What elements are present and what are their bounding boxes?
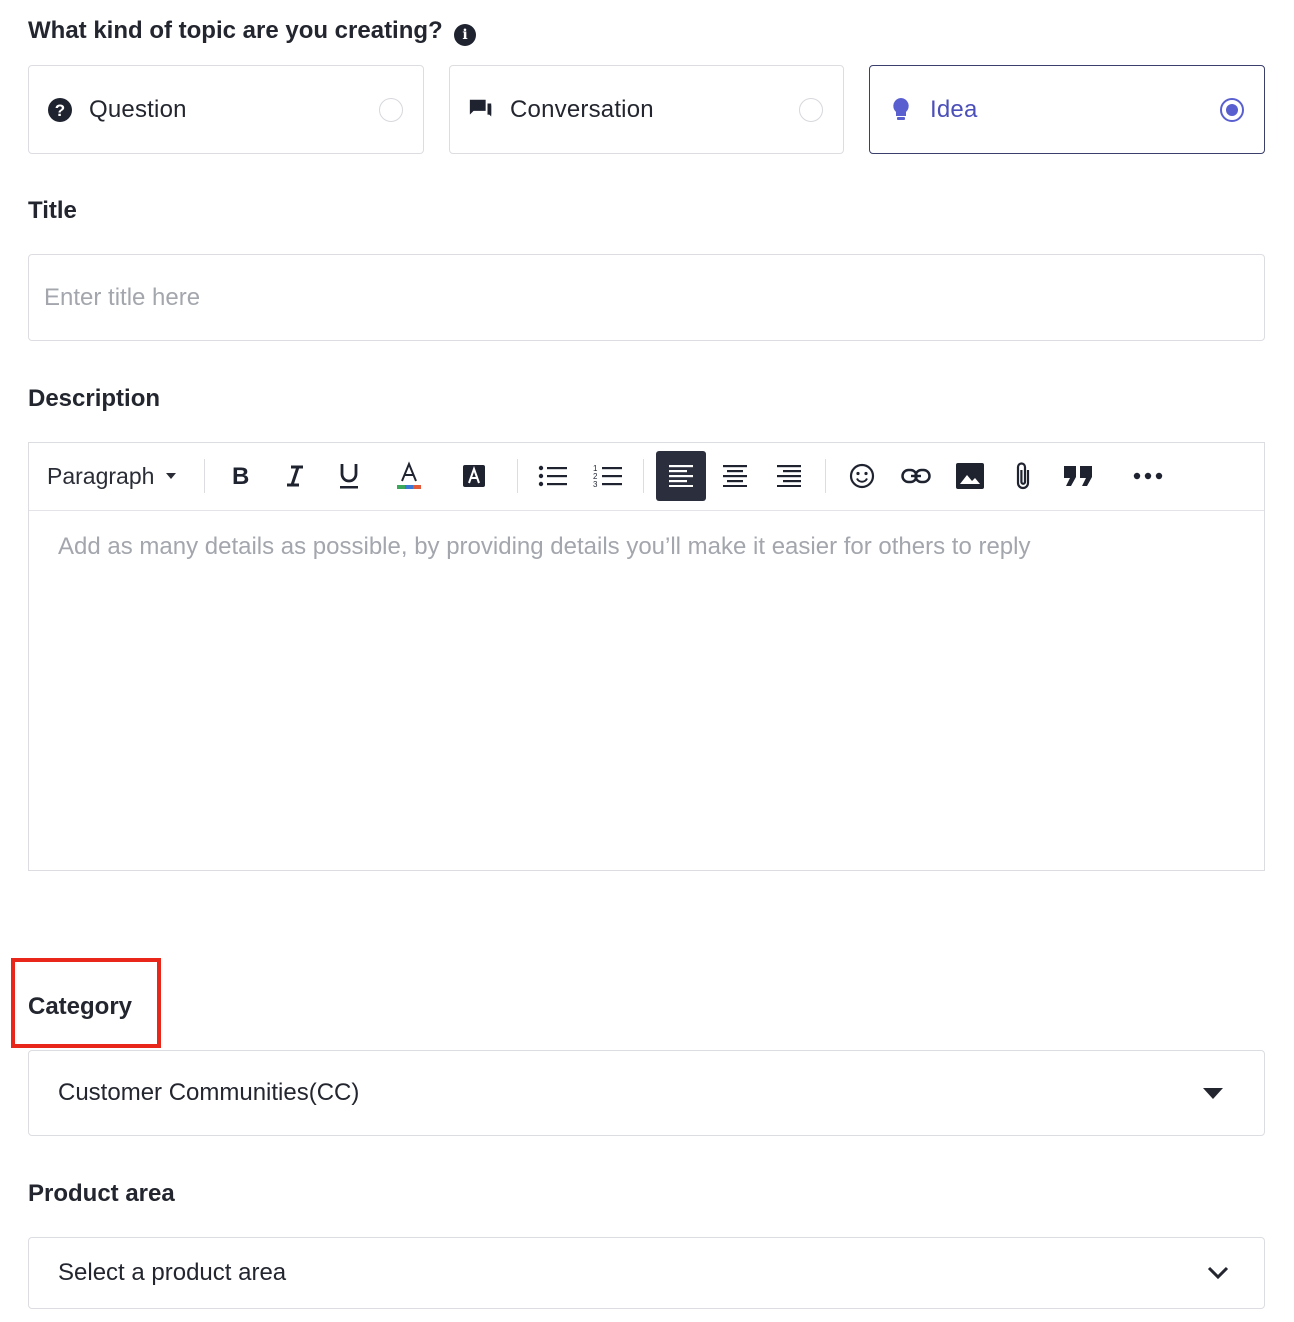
caret-down-icon <box>166 473 177 479</box>
radio-question[interactable] <box>379 97 403 122</box>
category-select[interactable]: Customer Communities(CC) <box>28 1050 1265 1136</box>
topic-option-label: Idea <box>930 95 978 123</box>
attachment-icon[interactable] <box>1005 451 1041 501</box>
title-field-wrapper <box>28 254 1265 341</box>
chevron-down-icon <box>1207 1266 1229 1280</box>
product-area-select[interactable]: Select a product area <box>28 1237 1265 1309</box>
block-format-dropdown[interactable]: Paragraph <box>47 451 187 501</box>
highlight-icon[interactable] <box>456 451 492 501</box>
lightbulb-icon <box>888 97 914 123</box>
align-right-icon[interactable] <box>771 451 807 501</box>
align-center-icon[interactable] <box>717 451 753 501</box>
category-label: Category <box>28 993 133 1020</box>
bullet-list-icon[interactable] <box>534 451 572 501</box>
product-area-label: Product area <box>28 1180 175 1207</box>
product-area-value: Select a product area <box>58 1259 287 1286</box>
topic-option-label: Question <box>89 95 187 123</box>
align-left-icon[interactable] <box>656 451 706 501</box>
description-placeholder: Add as many details as possible, by prov… <box>58 533 1031 560</box>
svg-text:3: 3 <box>593 480 598 489</box>
radio-idea[interactable] <box>1220 97 1244 122</box>
underline-icon[interactable] <box>331 451 367 501</box>
svg-text:B: B <box>232 464 249 488</box>
chat-bubbles-icon <box>468 97 494 123</box>
description-label: Description <box>28 385 161 412</box>
emoji-icon[interactable] <box>843 451 881 501</box>
bold-icon[interactable]: B <box>222 451 258 501</box>
image-icon[interactable] <box>951 451 989 501</box>
caret-down-icon <box>1203 1087 1223 1099</box>
editor-toolbar: Paragraph B 123 <box>29 443 1264 511</box>
question-circle-icon: ? <box>47 97 73 123</box>
more-icon[interactable] <box>1129 451 1167 501</box>
topic-option-question[interactable]: ? Question <box>28 65 424 154</box>
quote-icon[interactable] <box>1057 451 1099 501</box>
topic-option-idea[interactable]: Idea <box>869 65 1265 154</box>
svg-text:?: ? <box>55 101 65 120</box>
block-format-value: Paragraph <box>47 462 155 489</box>
link-icon[interactable] <box>897 451 935 501</box>
topic-option-conversation[interactable]: Conversation <box>449 65 844 154</box>
title-input[interactable] <box>29 255 1264 340</box>
topic-type-heading: What kind of topic are you creating? <box>28 17 443 44</box>
description-input[interactable]: Add as many details as possible, by prov… <box>29 511 1264 871</box>
topic-option-label: Conversation <box>510 95 654 123</box>
category-value: Customer Communities(CC) <box>58 1079 360 1106</box>
info-icon[interactable]: i <box>454 24 476 46</box>
radio-conversation[interactable] <box>799 97 823 122</box>
description-editor: Paragraph B 123 Add as many details as p… <box>28 442 1265 871</box>
italic-icon[interactable] <box>277 451 313 501</box>
numbered-list-icon[interactable]: 123 <box>589 451 627 501</box>
title-label: Title <box>28 197 77 224</box>
text-color-icon[interactable] <box>391 451 427 501</box>
